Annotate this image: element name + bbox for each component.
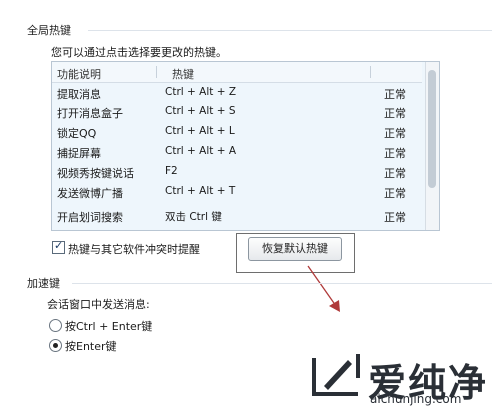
hotkey-status: 正常	[384, 211, 406, 224]
scrollbar-thumb[interactable]	[428, 70, 436, 188]
column-separator	[156, 66, 157, 78]
global-hotkeys-title: 全局热键	[27, 24, 71, 37]
checkmark-icon: ✓	[54, 239, 64, 252]
hotkey-status: 正常	[384, 127, 406, 140]
hotkey-value: Ctrl + Alt + A	[165, 145, 237, 157]
accelerator-title: 加速键	[27, 277, 60, 290]
hotkey-status: 正常	[384, 167, 406, 180]
radio-enter-label[interactable]: 按Enter键	[65, 338, 117, 354]
table-scrollbar[interactable]	[425, 62, 439, 230]
column-separator	[370, 66, 371, 78]
hotkey-value: Ctrl + Alt + Z	[165, 86, 237, 98]
hotkey-value: Ctrl + Alt + T	[165, 185, 236, 197]
hotkey-function: 视频秀按键说话	[57, 167, 134, 180]
column-header-function[interactable]: 功能说明	[57, 66, 101, 82]
column-header-hotkey[interactable]: 热键	[172, 66, 194, 82]
radio-ctrl-enter[interactable]	[49, 319, 62, 332]
hotkey-value: 双击 Ctrl 键	[165, 211, 222, 223]
radio-ctrl-enter-label[interactable]: 按Ctrl + Enter键	[65, 318, 152, 334]
conflict-reminder-checkbox[interactable]: ✓	[52, 239, 65, 254]
table-row[interactable]: 开启划词搜索 双击 Ctrl 键 正常	[52, 206, 422, 225]
hotkey-description: 您可以通过点击选择要更改的热键。	[51, 46, 227, 59]
send-message-prompt: 会话窗口中发送消息:	[47, 298, 150, 311]
hotkey-status: 正常	[384, 147, 406, 160]
hotkey-value: F2	[165, 165, 178, 177]
hotkey-status: 正常	[384, 88, 406, 101]
section-divider	[72, 283, 492, 284]
watermark-url: aichunjing.com	[370, 392, 462, 406]
table-row[interactable]: 发送微博广播 Ctrl + Alt + T 正常	[52, 182, 422, 201]
hotkey-function: 开启划词搜索	[57, 211, 123, 224]
table-row[interactable]: 捕捉屏幕 Ctrl + Alt + A 正常	[52, 142, 422, 161]
radio-selected-dot	[53, 343, 58, 348]
section-divider	[88, 30, 492, 31]
conflict-reminder-label[interactable]: 热键与其它软件冲突时提醒	[68, 241, 200, 257]
watermark-logo-icon	[312, 354, 360, 396]
table-row[interactable]: 锁定QQ Ctrl + Alt + L 正常	[52, 122, 422, 141]
hotkey-value: Ctrl + Alt + L	[165, 125, 235, 137]
hotkey-value: Ctrl + Alt + S	[165, 105, 236, 117]
hotkey-table[interactable]: 功能说明 热键 提取消息 Ctrl + Alt + Z 正常 打开消息盒子 Ct…	[51, 61, 440, 231]
hotkey-function: 发送微博广播	[57, 187, 123, 200]
hotkey-function: 锁定QQ	[57, 127, 97, 140]
hotkey-function: 打开消息盒子	[57, 107, 123, 120]
hotkey-status: 正常	[384, 107, 406, 120]
hotkey-status: 正常	[384, 187, 406, 200]
radio-enter[interactable]	[49, 339, 62, 352]
table-header: 功能说明 热键	[52, 62, 422, 83]
table-row[interactable]: 提取消息 Ctrl + Alt + Z 正常	[52, 83, 422, 102]
table-row[interactable]: 打开消息盒子 Ctrl + Alt + S 正常	[52, 102, 422, 121]
hotkey-function: 捕捉屏幕	[57, 147, 101, 160]
table-row[interactable]: 视频秀按键说话 F2 正常	[52, 162, 422, 181]
restore-default-hotkeys-button[interactable]: 恢复默认热键	[248, 237, 342, 261]
annotation-arrow-icon	[307, 265, 340, 312]
hotkey-function: 提取消息	[57, 88, 101, 101]
